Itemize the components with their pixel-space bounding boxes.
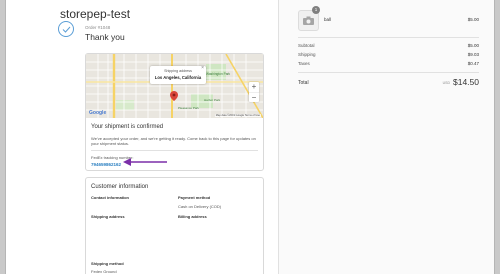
- customer-info-title: Customer information: [91, 184, 149, 190]
- popup-close-button[interactable]: ×: [201, 65, 204, 71]
- shipment-text: We've accepted your order, and we're get…: [91, 136, 256, 147]
- tracking-number-link[interactable]: 794659862162: [91, 162, 121, 167]
- divider: [298, 72, 479, 73]
- divider: [298, 37, 479, 38]
- order-number: Order #1048: [85, 25, 111, 30]
- store-name[interactable]: storepep-test: [60, 7, 130, 21]
- quantity-badge: 1: [312, 6, 320, 14]
- order-summary: 1 ball $5.00 Subtotal $5.00 Shipping $9.…: [278, 0, 494, 274]
- map-place-label: Pleasance Park: [178, 106, 200, 110]
- zoom-out-button[interactable]: −: [249, 92, 259, 102]
- checkout-page: storepep-test Order #1048 Thank you Ship…: [5, 0, 495, 274]
- popup-address: Los Angeles, California: [154, 75, 202, 80]
- arrow-left-icon: [123, 158, 167, 166]
- product-name: ball: [324, 17, 332, 22]
- map-pin-icon: [170, 91, 178, 101]
- total-label: Total: [298, 80, 309, 86]
- zoom-controls: + −: [249, 82, 259, 102]
- google-logo: Google: [89, 110, 107, 116]
- map-popup: Shipping address Los Angeles, California…: [150, 65, 206, 84]
- taxes-value: $0.47: [467, 61, 479, 66]
- divider: [91, 150, 258, 151]
- customer-info-card: Customer information Contact information…: [85, 177, 264, 274]
- map[interactable]: Shipping address Los Angeles, California…: [86, 54, 263, 118]
- camera-icon: [303, 16, 314, 25]
- product-price: $5.00: [467, 17, 479, 22]
- contact-info-label: Contact information: [91, 195, 129, 200]
- popup-title: Shipping address: [164, 69, 192, 73]
- check-icon: [58, 21, 74, 37]
- subtotal-label: Subtotal: [298, 43, 315, 48]
- payment-method-value: Cash on Delivery (COD): [178, 204, 222, 209]
- shipping-method-label: Shipping method: [91, 261, 124, 266]
- shipment-title: Your shipment is confirmed: [91, 124, 164, 130]
- map-canvas: [86, 54, 263, 118]
- map-place-label: Washington Park: [206, 72, 231, 76]
- shipping-method-value: Fedex Ground: [91, 269, 117, 274]
- billing-address-label: Billing address: [178, 214, 207, 219]
- map-footer[interactable]: Map data ©2019 Google Terms of Use: [214, 114, 261, 117]
- shipping-value: $9.03: [467, 52, 479, 57]
- map-place-label: Harbor Park: [204, 98, 221, 102]
- thank-you-heading: Thank you: [85, 32, 125, 42]
- shipment-card: Shipping address Los Angeles, California…: [85, 53, 264, 171]
- zoom-in-button[interactable]: +: [249, 82, 259, 92]
- total-value: $14.50: [453, 77, 479, 87]
- taxes-label: Taxes: [298, 61, 310, 66]
- shipping-address-label: Shipping address: [91, 214, 125, 219]
- currency-code: USD: [442, 81, 450, 85]
- shipping-label: Shipping: [298, 52, 316, 57]
- payment-method-label: Payment method: [178, 195, 211, 200]
- subtotal-value: $5.00: [467, 43, 479, 48]
